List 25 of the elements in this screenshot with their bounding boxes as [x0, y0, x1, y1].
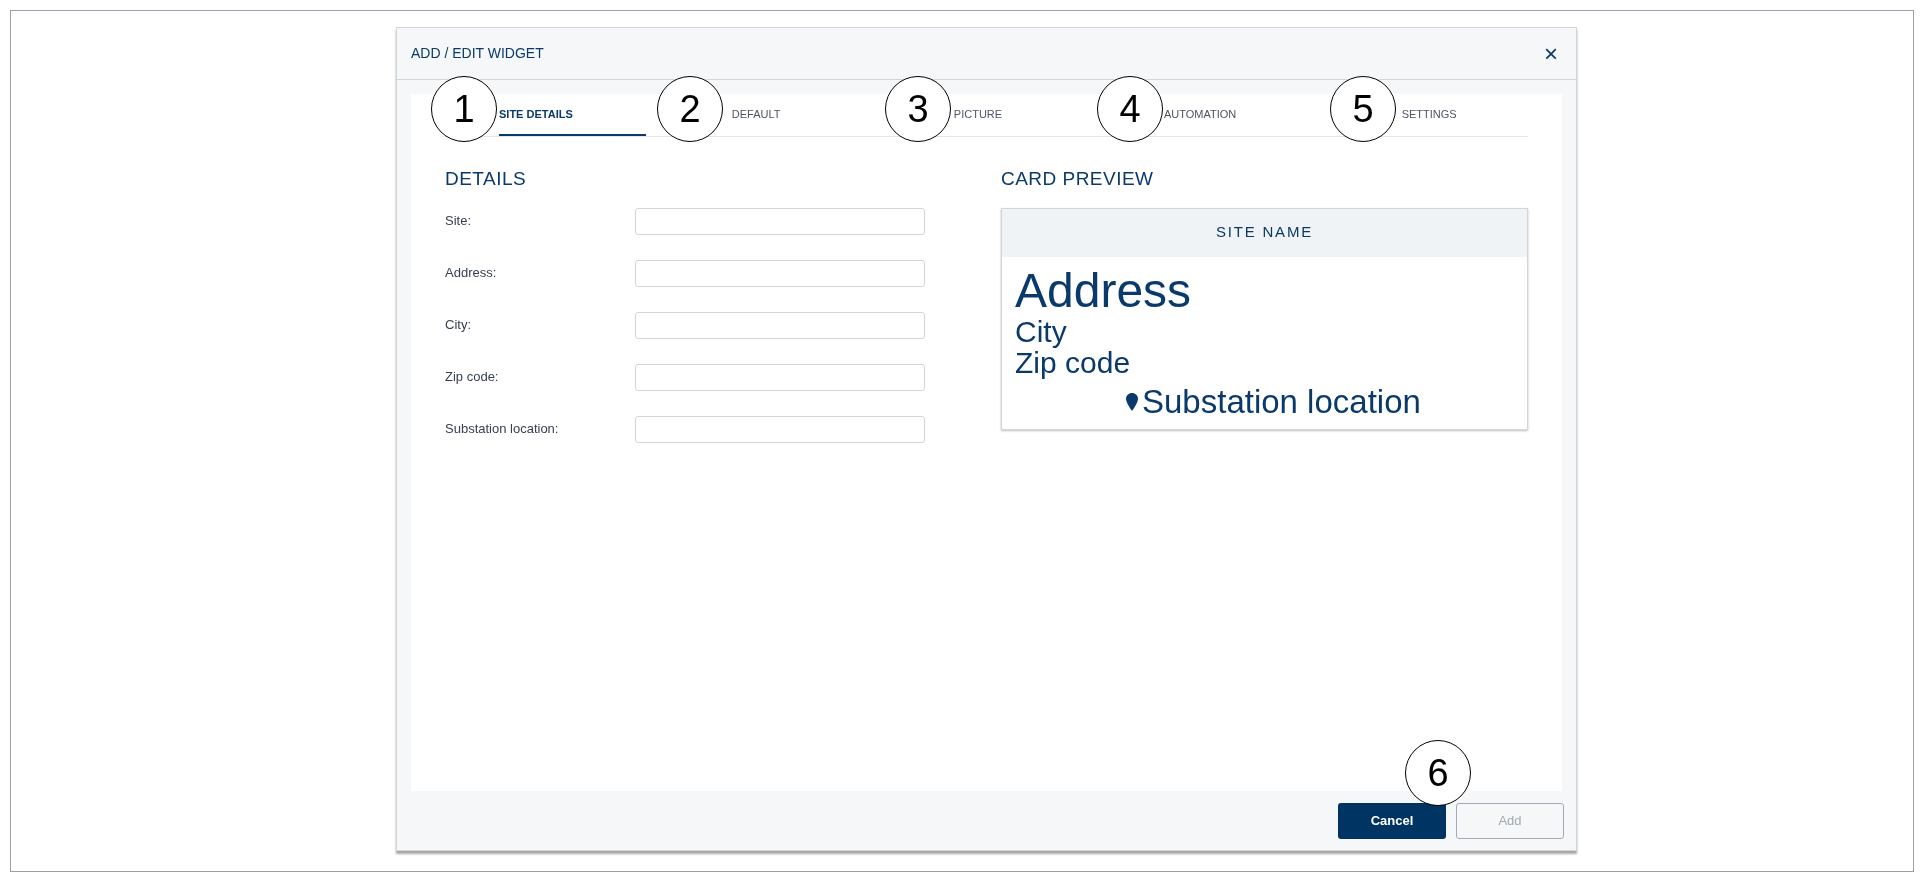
tab[interactable]: PICTURE [953, 94, 1090, 136]
section-heading: DETAILS [445, 167, 528, 191]
tab[interactable]: SITE DETAILS [499, 94, 646, 136]
tab[interactable]: AUTOMATION [1163, 94, 1312, 136]
location-pin-icon [1126, 392, 1138, 411]
input-field[interactable] [635, 311, 925, 339]
tab[interactable]: SETTINGS [1401, 94, 1528, 136]
input-field[interactable] [635, 415, 925, 443]
field-label: Substation location: [445, 420, 560, 439]
site-name: SITE NAME [1215, 222, 1313, 243]
close-button[interactable]: × [1540, 41, 1562, 66]
tab[interactable]: DEFAULT [731, 94, 868, 136]
input-field[interactable] [635, 363, 925, 391]
card-city: City [1015, 316, 1067, 347]
field-label: Address: [445, 264, 498, 283]
field-label: City: [445, 316, 472, 335]
card-address: Address [1015, 264, 1192, 317]
dialog-title: ADD / EDIT WIDGET [411, 44, 544, 63]
field-label: Zip code: [445, 368, 500, 387]
field-label: Site: [445, 212, 472, 231]
input-field[interactable] [635, 259, 925, 287]
cancel-button[interactable]: Cancel [1338, 802, 1446, 839]
card-location: Substation location [1142, 382, 1421, 421]
input-field[interactable] [635, 207, 925, 235]
section-heading: CARD PREVIEW [1001, 167, 1155, 191]
